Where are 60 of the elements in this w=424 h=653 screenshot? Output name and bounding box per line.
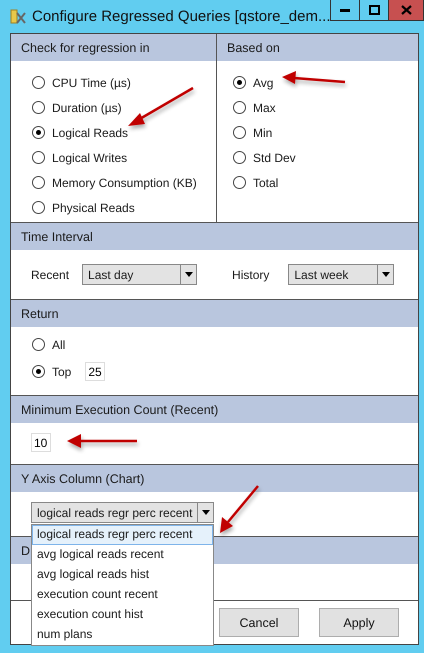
radio-button[interactable] <box>32 338 45 351</box>
radio-button[interactable] <box>233 76 246 89</box>
radio-option[interactable]: Logical Reads <box>32 120 216 145</box>
section-header: Minimum Execution Count (Recent) <box>11 396 418 423</box>
annotation-arrow <box>67 434 137 448</box>
radio-option[interactable]: CPU Time (µs) <box>32 70 216 95</box>
radio-button[interactable] <box>32 201 45 214</box>
annotation-arrow <box>282 71 346 84</box>
field-label: Recent <box>31 268 70 282</box>
dropdown[interactable]: Last week <box>288 264 394 285</box>
window-title: Configure Regressed Queries [qstore_dem... <box>32 8 330 25</box>
dropdown[interactable]: logical reads regr perc recent <box>31 502 214 523</box>
radio-option[interactable]: Duration (µs) <box>32 95 216 120</box>
radio-button[interactable] <box>233 126 246 139</box>
radio-option[interactable]: Top <box>32 359 72 384</box>
radio-option[interactable]: Memory Consumption (KB) <box>32 170 216 195</box>
caret-icon <box>382 272 390 277</box>
section-header: Based on <box>217 34 418 61</box>
section-header: Y Axis Column (Chart) <box>11 465 418 492</box>
section-header: Time Interval <box>11 223 418 250</box>
dialog-button[interactable]: Apply <box>319 608 399 637</box>
radio-button[interactable] <box>32 76 45 89</box>
radio-button[interactable] <box>32 101 45 114</box>
minimize-icon <box>340 8 350 12</box>
radio-option[interactable]: Avg <box>233 70 418 95</box>
radio-option[interactable]: Max <box>233 95 418 120</box>
dropdown-option[interactable]: avg logical reads hist <box>32 565 213 585</box>
annotation-arrow <box>220 485 259 533</box>
caret-icon <box>202 510 210 515</box>
radio-button[interactable] <box>233 151 246 164</box>
dropdown-option[interactable]: execution count hist <box>32 605 213 625</box>
dropdown-option[interactable]: num plans <box>32 625 213 645</box>
radio-button[interactable] <box>233 176 246 189</box>
radio-button[interactable] <box>32 151 45 164</box>
input-field[interactable]: 10 <box>31 433 51 452</box>
radio-option[interactable]: Min <box>233 120 418 145</box>
minimize-button[interactable] <box>330 0 360 21</box>
dropdown-option[interactable]: avg logical reads recent <box>32 545 213 565</box>
maximize-icon <box>368 5 380 15</box>
tools-icon <box>10 8 26 26</box>
radio-button[interactable] <box>233 101 246 114</box>
radio-option[interactable]: Logical Writes <box>32 145 216 170</box>
section-header: Return <box>11 300 418 327</box>
radio-option[interactable]: Std Dev <box>233 145 418 170</box>
radio-button[interactable] <box>32 126 45 139</box>
section-header: Check for regression in <box>11 34 216 61</box>
close-icon <box>400 5 412 15</box>
radio-option[interactable]: Physical Reads <box>32 195 216 220</box>
close-button[interactable] <box>388 0 424 21</box>
dialog-button[interactable]: Cancel <box>219 608 299 637</box>
dropdown-option[interactable]: execution count recent <box>32 585 213 605</box>
radio-option[interactable]: Total <box>233 170 418 195</box>
radio-button[interactable] <box>32 176 45 189</box>
radio-button[interactable] <box>32 365 45 378</box>
field-label: History <box>232 268 270 282</box>
input-field[interactable]: 25 <box>85 362 106 381</box>
caret-icon <box>184 272 193 277</box>
radio-option[interactable]: All <box>32 332 66 357</box>
dropdown-option[interactable]: logical reads regr perc recent <box>32 525 213 545</box>
dropdown[interactable]: Last day <box>82 264 198 285</box>
